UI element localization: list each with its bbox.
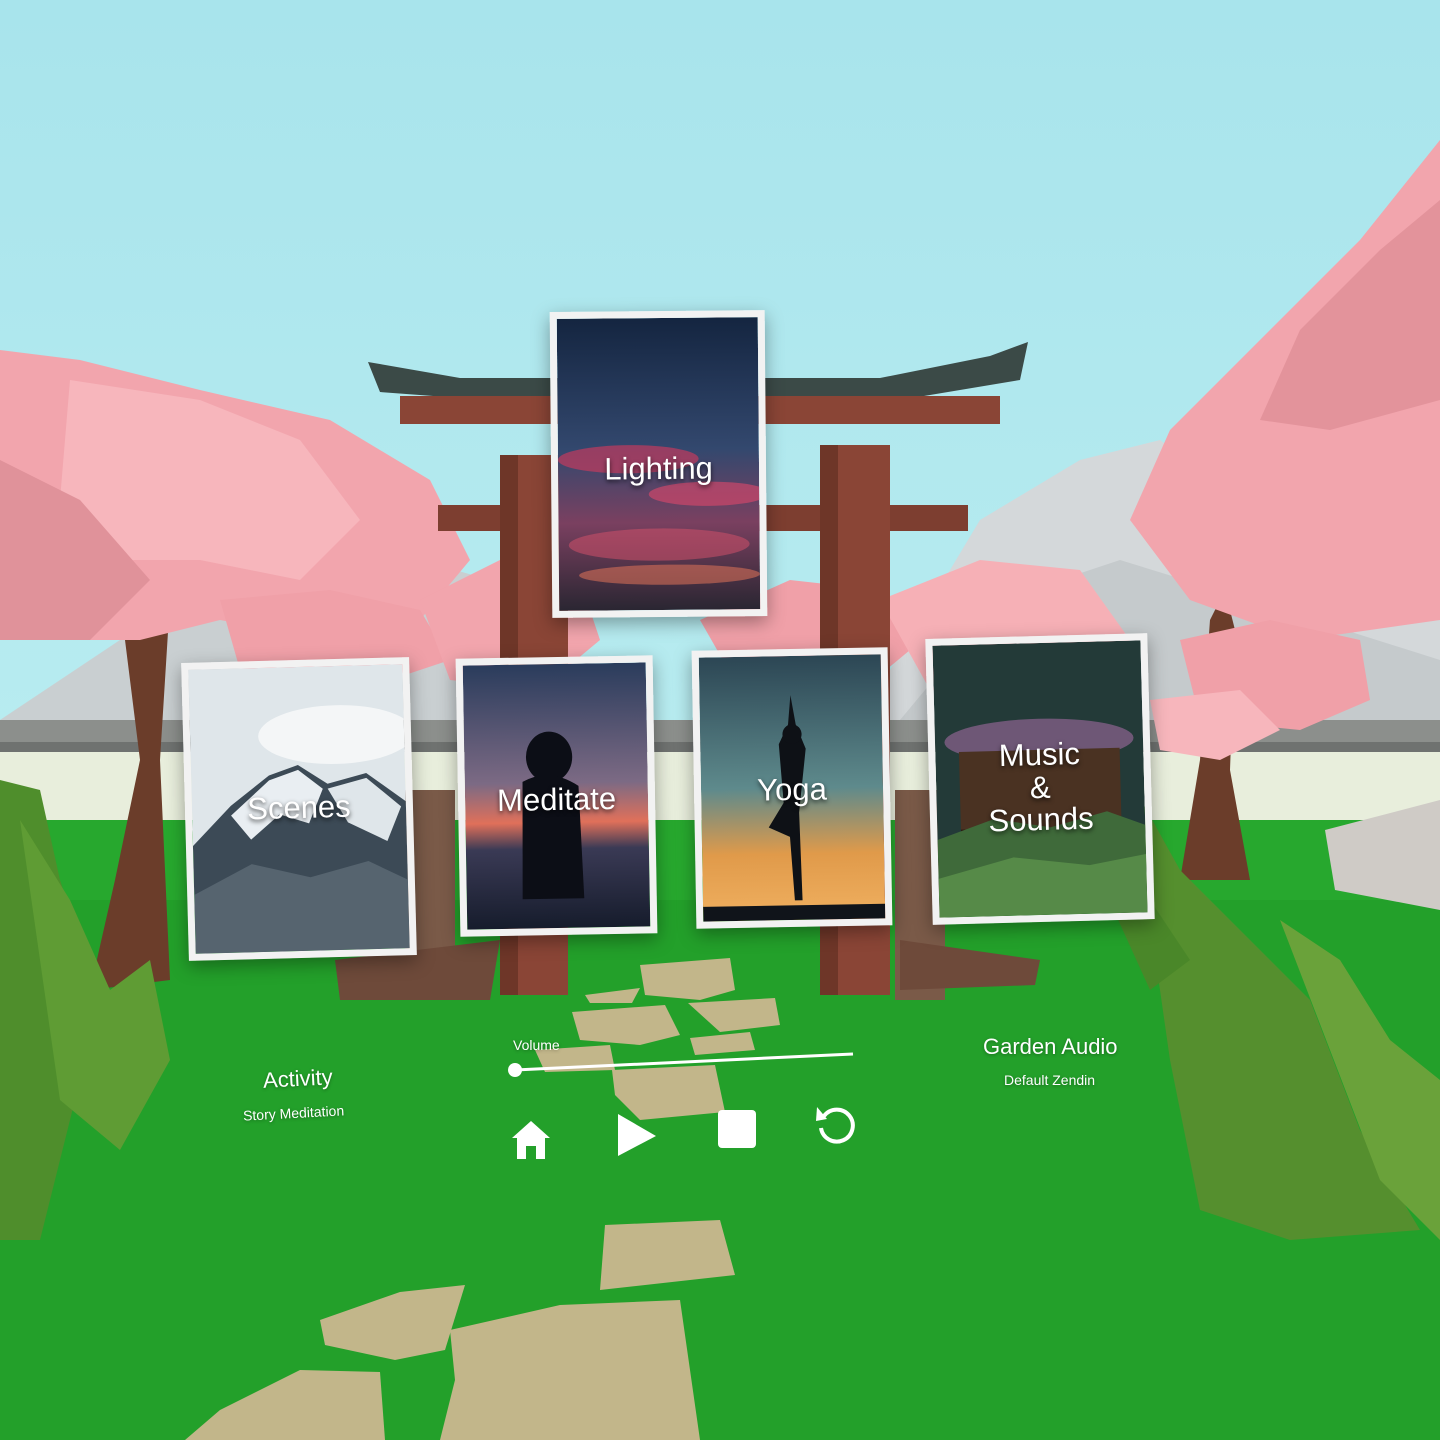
scenes-card[interactable]: Scenes <box>181 657 417 961</box>
stop-button[interactable] <box>712 1104 762 1154</box>
play-button[interactable] <box>610 1110 660 1160</box>
meditate-card[interactable]: Meditate <box>455 655 658 937</box>
music-sounds-card[interactable]: Music & Sounds <box>925 633 1155 925</box>
music-line-3: Sounds <box>988 800 1095 839</box>
audio-subtitle: Default Zendin <box>1004 1072 1096 1088</box>
restart-button[interactable] <box>812 1100 862 1150</box>
restart-icon <box>816 1107 855 1144</box>
volume-track <box>514 1052 854 1072</box>
home-icon <box>512 1121 550 1159</box>
music-sounds-label: Music & Sounds <box>935 736 1145 839</box>
music-line-1: Music <box>998 735 1081 774</box>
yoga-label: Yoga <box>756 771 828 808</box>
yoga-card[interactable]: Yoga <box>691 647 893 929</box>
music-line-2: & <box>1029 769 1052 805</box>
volume-slider[interactable] <box>505 1046 857 1080</box>
audio-title: Garden Audio <box>983 1034 1118 1059</box>
lighting-label: Lighting <box>604 450 713 487</box>
meditate-label: Meditate <box>496 780 617 819</box>
home-button[interactable] <box>506 1114 556 1164</box>
lighting-card[interactable]: Lighting <box>549 310 768 618</box>
play-icon <box>618 1114 656 1156</box>
scenes-label: Scenes <box>246 788 352 827</box>
stop-icon <box>718 1110 756 1148</box>
volume-handle <box>508 1063 522 1077</box>
activity-title: Activity <box>262 1064 334 1093</box>
